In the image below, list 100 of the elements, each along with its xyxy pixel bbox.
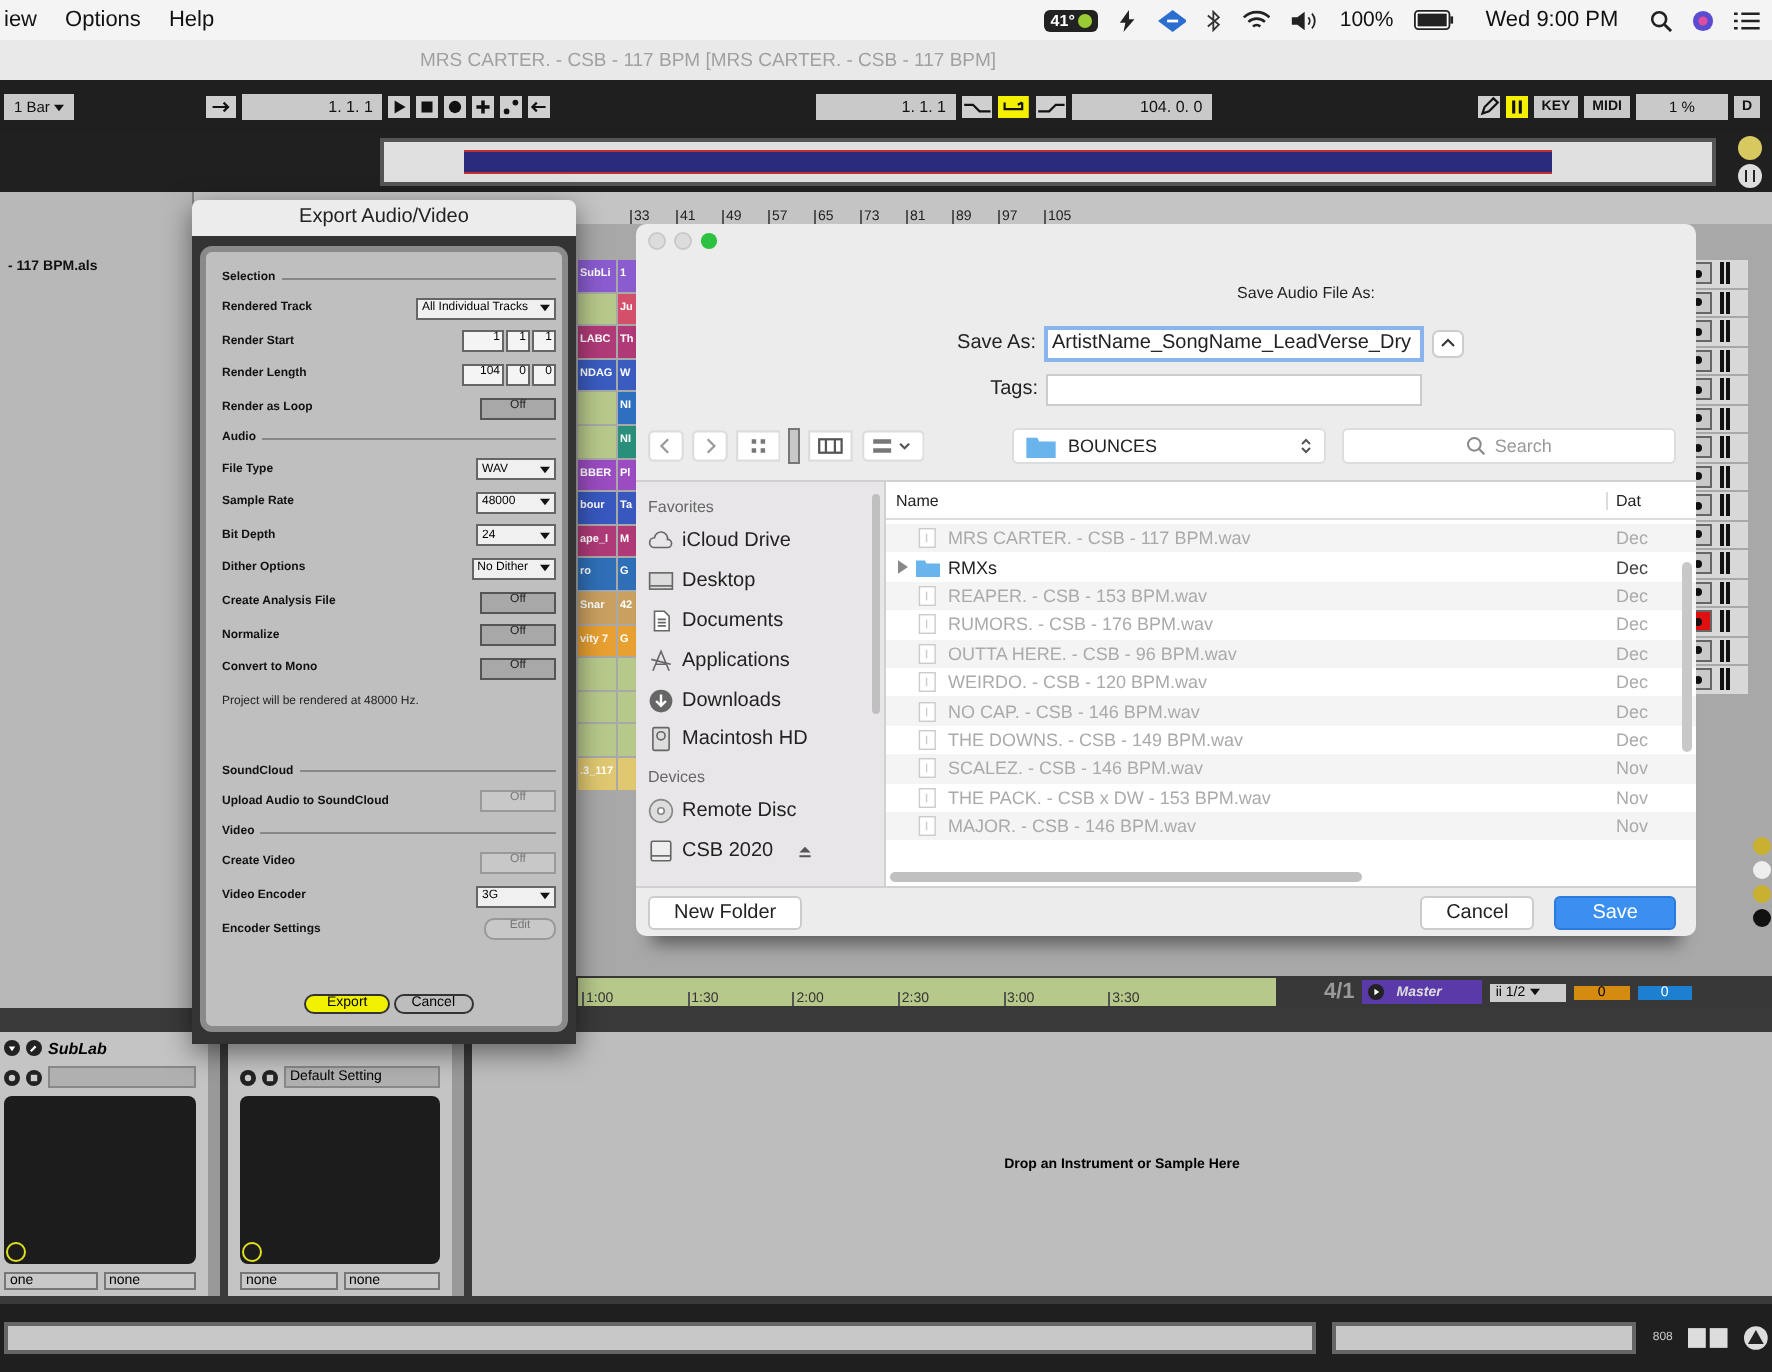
back-arrow-icon[interactable] [528, 95, 551, 117]
menu-item[interactable]: iew [0, 8, 42, 32]
play-icon[interactable] [1368, 984, 1385, 1000]
sidebar-item[interactable]: Desktop [648, 561, 872, 602]
clip[interactable] [578, 658, 616, 690]
preset-field[interactable] [48, 1066, 196, 1088]
track-handle[interactable] [1720, 668, 1730, 691]
sidebar-item[interactable]: Downloads [648, 680, 872, 720]
track-handle[interactable] [1720, 581, 1730, 604]
track-handle[interactable] [1720, 465, 1730, 488]
clip[interactable] [618, 658, 636, 690]
save-preset-icon[interactable] [26, 1069, 42, 1085]
applications-icon [648, 647, 674, 674]
plus-icon[interactable] [472, 95, 495, 117]
volume-icon[interactable] [1290, 9, 1320, 31]
tags-field[interactable] [1046, 373, 1422, 405]
column-view-icon[interactable] [808, 430, 854, 462]
view-toggle-icon[interactable] [1688, 1328, 1729, 1348]
wifi-icon[interactable] [1241, 9, 1271, 31]
hot-swap-icon[interactable] [4, 1069, 20, 1085]
follow-icon[interactable] [206, 95, 237, 117]
clip[interactable] [618, 724, 636, 756]
cancel-button[interactable]: Cancel [1420, 895, 1535, 929]
list-icon[interactable] [1734, 9, 1760, 31]
punch-out-icon[interactable] [1035, 95, 1067, 117]
pencil-icon[interactable] [1477, 95, 1500, 117]
record-icon[interactable] [444, 95, 467, 117]
punch-in-icon[interactable] [962, 95, 993, 117]
master-position: 4/1 [1323, 980, 1355, 1004]
sidebar-item[interactable]: CSB 2020 [648, 831, 872, 871]
caret-icon [1529, 987, 1540, 995]
clip[interactable] [618, 691, 636, 723]
fold-icon[interactable] [4, 1040, 20, 1056]
track-handle[interactable] [1720, 320, 1730, 343]
sidebar-item[interactable]: Remote Disc [648, 791, 872, 832]
sidebar-item[interactable]: Documents [648, 601, 872, 641]
column-header[interactable]: Dat [1606, 491, 1676, 509]
date-cell-text: Nov [1614, 816, 1651, 837]
track-handle[interactable] [1720, 436, 1730, 459]
collapse-icon[interactable] [1432, 329, 1464, 357]
clip[interactable] [578, 691, 616, 723]
arrange-icon[interactable] [861, 430, 925, 462]
menu-item[interactable]: Options [61, 8, 145, 32]
track-handle[interactable] [1720, 407, 1730, 430]
sidebar-item[interactable]: Applications [648, 640, 872, 681]
filename-field[interactable]: ArtistName_SongName_LeadVerse_Dry [1044, 325, 1424, 361]
track-handle[interactable] [1720, 494, 1730, 517]
track-handle[interactable] [1720, 523, 1730, 546]
forward-icon[interactable] [691, 430, 728, 462]
date-cell-text: Dec [1614, 672, 1651, 693]
sidebar-item[interactable]: Macintosh HD [648, 719, 872, 760]
clip[interactable] [578, 724, 616, 756]
track-handle[interactable] [1720, 610, 1730, 633]
documents-icon [648, 607, 674, 634]
assistant-icon[interactable] [1692, 9, 1715, 31]
location-dropdown[interactable]: BOUNCES [1012, 428, 1327, 464]
diamond-icon[interactable] [1157, 9, 1187, 31]
track-handle[interactable] [1720, 291, 1730, 314]
bluetooth-icon[interactable] [1206, 9, 1222, 31]
eject-icon[interactable] [797, 843, 812, 858]
weather-badge[interactable]: 41° [1044, 9, 1099, 31]
loop-length-display[interactable]: 104. 0. 0 [1072, 93, 1213, 119]
loop-start-display[interactable]: 1. 1. 1 [816, 93, 956, 119]
bolt-icon[interactable] [1118, 9, 1138, 31]
wrench-icon[interactable] [26, 1040, 42, 1056]
back-icon[interactable] [648, 430, 684, 462]
column-header[interactable]: Name [886, 491, 1606, 509]
triangle-icon[interactable] [1744, 1326, 1769, 1350]
icon-view-icon[interactable] [735, 430, 781, 462]
overview-knob-icon[interactable] [1736, 134, 1764, 190]
clock[interactable]: Wed 9:00 PM [1485, 8, 1619, 32]
stop-icon[interactable] [416, 95, 439, 117]
track-handle[interactable] [1720, 552, 1730, 575]
clip[interactable] [578, 425, 616, 458]
play-icon[interactable] [388, 95, 411, 117]
disclosure-triangle-icon[interactable] [898, 560, 908, 575]
sidebar-item[interactable]: iCloud Drive [648, 522, 872, 562]
downloads-icon [648, 687, 674, 714]
track-handle[interactable] [1720, 639, 1730, 662]
file-name[interactable]: RMXs [886, 557, 1608, 578]
song-position-display[interactable]: 1. 1. 1 [242, 93, 383, 119]
pause-bars-icon[interactable] [1505, 95, 1528, 117]
save-preset-icon[interactable] [262, 1069, 278, 1085]
track-handle[interactable] [1720, 262, 1730, 285]
side-buttons-drawing[interactable] [1752, 836, 1772, 928]
track-handle[interactable] [1720, 378, 1730, 401]
automation-icon[interactable] [500, 95, 523, 117]
folder-icon [1026, 435, 1057, 457]
clip[interactable] [618, 757, 636, 789]
search-icon[interactable] [1650, 9, 1673, 31]
battery-icon[interactable] [1413, 10, 1454, 30]
date-cell-text: Nov [1614, 787, 1651, 808]
clip[interactable] [578, 392, 616, 424]
hot-swap-icon[interactable] [240, 1069, 256, 1085]
new-folder-button[interactable]: New Folder [648, 895, 803, 929]
loop-switch-icon[interactable] [998, 95, 1030, 117]
clip[interactable] [578, 293, 616, 325]
menu-item[interactable]: Help [164, 8, 219, 32]
track-handle[interactable] [1720, 349, 1730, 372]
arrangement-overview[interactable] [380, 138, 1716, 186]
